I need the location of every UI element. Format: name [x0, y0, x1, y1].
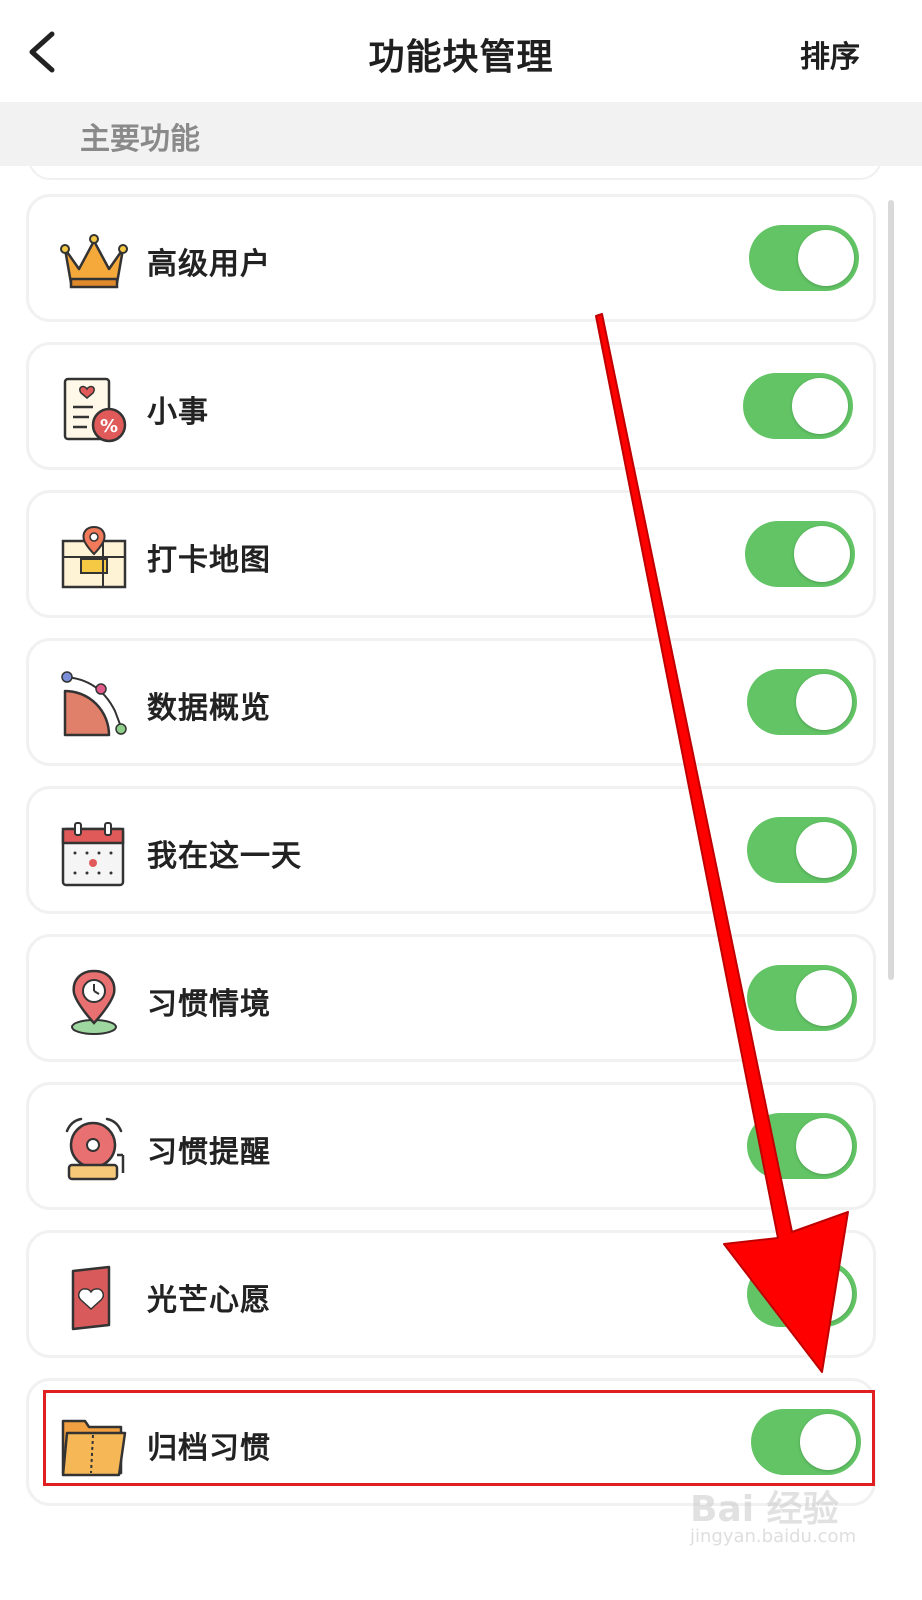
feature-toggle[interactable] [749, 225, 859, 291]
checklist-percent-icon: % [63, 377, 127, 443]
section-header: 主要功能 [0, 102, 922, 166]
feature-item-habit-reminder: 习惯提醒 [26, 1082, 876, 1210]
crown-icon [60, 234, 128, 289]
feature-item-data-overview: 数据概览 [26, 638, 876, 766]
feature-label: 习惯情境 [147, 987, 271, 1022]
feature-toggle[interactable] [747, 1113, 857, 1179]
pie-chart-icon [61, 671, 127, 737]
watermark-logo: Bai 经验 [690, 1489, 839, 1530]
map-pin-icon [61, 525, 127, 589]
feature-list: 高级用户 % 小事 打卡地图 数据概览 我在这一天 习惯情境 习惯提醒 光芒心愿… [0, 166, 922, 1600]
toggle-knob [800, 1414, 856, 1470]
archive-folder-icon [61, 1419, 127, 1477]
svg-text:%: % [100, 416, 118, 437]
toggle-knob [796, 1266, 852, 1322]
feature-label: 高级用户 [147, 247, 271, 282]
feature-item-checkin-map: 打卡地图 [26, 490, 876, 618]
feature-item-on-this-day: 我在这一天 [26, 786, 876, 914]
toggle-knob [796, 970, 852, 1026]
sort-button[interactable]: 排序 [800, 32, 860, 76]
feature-item-small-things: % 小事 [26, 342, 876, 470]
heart-card-icon [71, 1265, 111, 1331]
feature-toggle[interactable] [747, 669, 857, 735]
feature-label: 打卡地图 [147, 543, 271, 578]
alarm-bell-icon [65, 1117, 125, 1181]
top-bar: 功能块管理 排序 [0, 0, 922, 102]
toggle-knob [796, 1118, 852, 1174]
feature-label: 光芒心愿 [147, 1283, 271, 1318]
feature-item-premium-user: 高级用户 [26, 194, 876, 322]
feature-item-wishes: 光芒心愿 [26, 1230, 876, 1358]
feature-label: 小事 [147, 395, 209, 430]
toggle-knob [796, 822, 852, 878]
watermark-url: jingyan.baidu.com [690, 1526, 857, 1547]
partial-card [28, 166, 882, 180]
feature-toggle[interactable] [745, 521, 855, 587]
toggle-knob [798, 230, 854, 286]
toggle-knob [792, 378, 848, 434]
page-title: 功能块管理 [368, 37, 554, 78]
feature-label: 数据概览 [147, 691, 271, 726]
feature-item-habit-context: 习惯情境 [26, 934, 876, 1062]
feature-toggle[interactable] [747, 1261, 857, 1327]
feature-label: 归档习惯 [147, 1431, 271, 1466]
toggle-knob [794, 526, 850, 582]
calendar-icon [61, 822, 125, 887]
feature-label: 我在这一天 [147, 839, 302, 874]
feature-toggle[interactable] [747, 965, 857, 1031]
feature-toggle[interactable] [743, 373, 853, 439]
feature-label: 习惯提醒 [147, 1135, 271, 1170]
scrollbar[interactable] [888, 200, 894, 980]
feature-toggle[interactable] [751, 1409, 861, 1475]
toggle-knob [796, 674, 852, 730]
section-title: 主要功能 [80, 122, 200, 157]
location-clock-icon [71, 969, 117, 1035]
feature-toggle[interactable] [747, 817, 857, 883]
